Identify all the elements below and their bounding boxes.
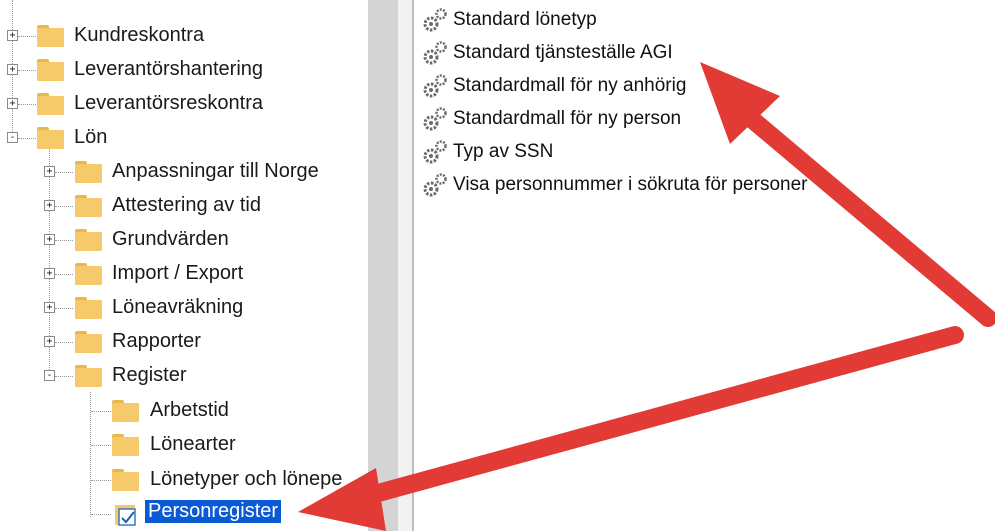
setting-item[interactable]: Standard lönetyp [422, 5, 597, 35]
collapse-toggle[interactable]: - [44, 370, 55, 381]
gear-icon [423, 41, 447, 65]
tree-node-import-export[interactable]: + Import / Export [0, 260, 368, 288]
expand-toggle[interactable]: + [44, 234, 55, 245]
tree-node-arbetstid[interactable]: Arbetstid [0, 397, 368, 425]
tree-node-label: Lönearter [150, 433, 236, 455]
tree-connector [91, 514, 111, 515]
tree-connector [55, 172, 73, 173]
folder-icon [75, 365, 102, 387]
navigation-tree[interactable]: + Kundreskontra + Leverantörshantering +… [0, 0, 368, 531]
folder-icon [37, 25, 64, 47]
tree-connector [18, 138, 36, 139]
tree-node-leverantorsreskontra[interactable]: + Leverantörsreskontra [0, 90, 360, 118]
tree-connector [55, 308, 73, 309]
tree-node-label: Attestering av tid [112, 194, 261, 216]
tree-node-lon[interactable]: - Lön [0, 124, 360, 152]
expand-toggle[interactable]: + [44, 166, 55, 177]
tree-node-leverantorshantering[interactable]: + Leverantörshantering [0, 56, 360, 84]
expand-toggle[interactable]: + [7, 30, 18, 41]
setting-label: Standardmall för ny person [453, 108, 682, 129]
expand-toggle[interactable]: + [44, 302, 55, 313]
setting-label: Typ av SSN [453, 141, 554, 162]
tree-connector [55, 376, 73, 377]
folder-icon [112, 400, 139, 422]
tree-node-lonetyper[interactable]: Lönetyper och lönepe [0, 466, 368, 494]
tree-node-lonearter[interactable]: Lönearter [0, 431, 368, 459]
tree-connector [91, 480, 111, 481]
tree-connector [18, 104, 36, 105]
setting-item[interactable]: Standardmall för ny person [422, 104, 681, 134]
expand-toggle[interactable]: + [44, 268, 55, 279]
settings-list[interactable]: Standard lönetyp Standard tjänsteställe … [414, 0, 995, 531]
tree-node-loneavrakning[interactable]: + Löneavräkning [0, 294, 368, 322]
tree-node-label: Import / Export [112, 262, 244, 284]
tree-node-label: Anpassningar till Norge [112, 160, 319, 182]
folder-icon [75, 297, 102, 319]
folder-icon [75, 161, 102, 183]
tree-node-attestering-av-tid[interactable]: + Attestering av tid [0, 192, 368, 220]
tree-connector [55, 206, 73, 207]
gear-icon [423, 140, 447, 164]
tree-node-kundreskontra[interactable]: + Kundreskontra [0, 22, 360, 50]
setting-label: Standard lönetyp [453, 9, 597, 30]
gear-icon [423, 107, 447, 131]
setting-item[interactable]: Visa personnummer i sökruta för personer [422, 170, 807, 200]
folder-icon [75, 263, 102, 285]
register-form-icon [115, 505, 136, 526]
tree-node-anpassningar-till-norge[interactable]: + Anpassningar till Norge [0, 158, 368, 186]
gear-icon [423, 173, 447, 197]
expand-toggle[interactable]: + [7, 98, 18, 109]
tree-connector [18, 36, 36, 37]
tree-node-label: Leverantörsreskontra [74, 92, 263, 114]
tree-node-label: Register [112, 364, 187, 386]
folder-icon [37, 93, 64, 115]
tree-connector [91, 445, 111, 446]
folder-icon [75, 195, 102, 217]
tree-node-label: Grundvärden [112, 228, 229, 250]
expand-toggle[interactable]: + [7, 64, 18, 75]
folder-icon [75, 331, 102, 353]
setting-label: Standardmall för ny anhörig [453, 75, 687, 96]
tree-node-label: Rapporter [112, 330, 201, 352]
tree-node-register[interactable]: - Register [0, 362, 368, 390]
tree-node-personregister[interactable]: Personregister [0, 500, 368, 528]
tree-node-grundvarden[interactable]: + Grundvärden [0, 226, 368, 254]
collapse-toggle[interactable]: - [7, 132, 18, 143]
tree-node-label: Kundreskontra [74, 24, 205, 46]
tree-node-label: Leverantörshantering [74, 58, 264, 80]
tree-node-label: Lönetyper och lönepe [150, 468, 343, 490]
folder-icon [37, 59, 64, 81]
setting-label: Visa personnummer i sökruta för personer [453, 174, 808, 195]
tree-node-rapporter[interactable]: + Rapporter [0, 328, 368, 356]
folder-icon [112, 469, 139, 491]
tree-connector [18, 70, 36, 71]
pane-splitter[interactable] [398, 0, 414, 531]
tree-node-label: Löneavräkning [112, 296, 244, 318]
expand-toggle[interactable]: + [44, 200, 55, 211]
folder-icon [75, 229, 102, 251]
tree-connector [91, 411, 111, 412]
setting-item[interactable]: Standardmall för ny anhörig [422, 71, 686, 101]
folder-icon [112, 434, 139, 456]
tree-connector [55, 240, 73, 241]
gear-icon [423, 8, 447, 32]
folder-icon [37, 127, 64, 149]
tree-node-label: Arbetstid [150, 399, 229, 421]
tree-connector [55, 342, 73, 343]
expand-toggle[interactable]: + [44, 336, 55, 347]
tree-node-label-selected: Personregister [145, 500, 282, 523]
tree-connector [55, 274, 73, 275]
tree-node-label: Lön [74, 126, 108, 148]
gear-icon [423, 74, 447, 98]
setting-item[interactable]: Standard tjänsteställe AGI [422, 38, 673, 68]
tree-scrollbar[interactable] [368, 0, 398, 531]
setting-item[interactable]: Typ av SSN [422, 137, 553, 167]
setting-label: Standard tjänsteställe AGI [453, 42, 673, 63]
